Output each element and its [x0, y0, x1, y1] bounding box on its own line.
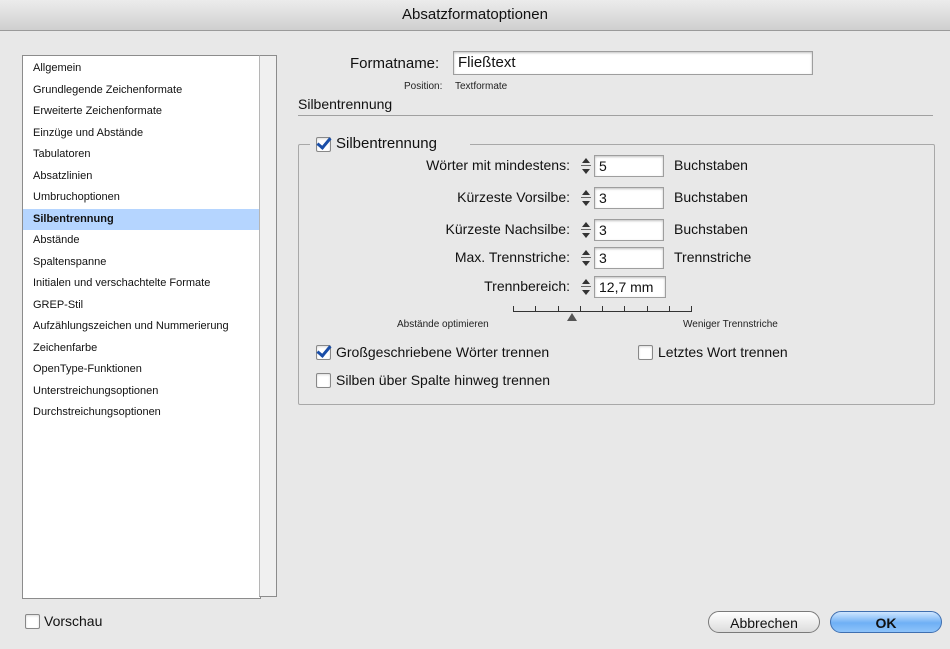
slider-right-label: Weniger Trennstriche	[683, 319, 778, 330]
section-divider	[298, 115, 933, 116]
hyphenation-group	[298, 144, 935, 405]
row-label: Trennbereich:	[484, 278, 570, 294]
sidebar-item[interactable]: Durchstreichungsoptionen	[23, 402, 260, 424]
preview-checkbox[interactable]	[25, 614, 40, 629]
section-title: Silbentrennung	[298, 96, 393, 112]
row-label: Kürzeste Vorsilbe:	[457, 189, 570, 205]
hyphenation-checkbox[interactable]	[316, 137, 331, 152]
stepper-arrows-icon[interactable]	[580, 187, 592, 209]
sidebar-item[interactable]: Grundlegende Zeichenformate	[23, 80, 260, 102]
slider-tick	[558, 306, 559, 312]
across-column-label: Silben über Spalte hinweg trennen	[336, 372, 551, 388]
slider-tick	[580, 306, 581, 312]
hyphenation-checkbox-label: Silbentrennung	[336, 135, 437, 152]
row-unit: Buchstaben	[674, 189, 748, 205]
sidebar-item[interactable]: Aufzählungszeichen und Nummerierung	[23, 316, 260, 338]
slider-tick	[624, 306, 625, 312]
capitalized-words-label: Großgeschriebene Wörter trennen	[336, 344, 550, 360]
preview-label: Vorschau	[44, 613, 103, 629]
sidebar-item[interactable]: Zeichenfarbe	[23, 338, 260, 360]
slider-tick	[691, 306, 692, 312]
row-label: Wörter mit mindestens:	[426, 157, 570, 173]
sidebar-item[interactable]: OpenType-Funktionen	[23, 359, 260, 381]
category-list-scrollbar[interactable]	[259, 55, 277, 597]
sidebar-item[interactable]: Silbentrennung	[23, 208, 260, 230]
formatname-input[interactable]: Fließtext	[453, 51, 813, 75]
across-column-checkbox[interactable]	[316, 373, 331, 388]
row-value-input[interactable]: 3	[594, 187, 664, 209]
row-value-input[interactable]: 3	[594, 247, 664, 269]
row-value-input[interactable]: 5	[594, 155, 664, 177]
row-unit: Trennstriche	[674, 249, 752, 265]
sidebar-item[interactable]: Umbruchoptionen	[23, 187, 260, 209]
sidebar-item[interactable]: Spaltenspanne	[23, 252, 260, 274]
row-label: Kürzeste Nachsilbe:	[445, 221, 570, 237]
position-label: Position:	[404, 81, 443, 92]
stepper-arrows-icon[interactable]	[580, 155, 592, 177]
row-unit: Buchstaben	[674, 157, 748, 173]
slider-tick	[535, 306, 536, 312]
sidebar-item[interactable]: GREP-Stil	[23, 295, 260, 317]
sidebar-item[interactable]: Erweiterte Zeichenformate	[23, 101, 260, 123]
row-unit: Buchstaben	[674, 221, 748, 237]
stepper-arrows-icon[interactable]	[580, 276, 592, 298]
sidebar-item[interactable]: Einzüge und Abstände	[23, 123, 260, 145]
slider-thumb[interactable]	[566, 313, 577, 321]
window-title: Absatzformatoptionen	[0, 0, 950, 31]
capitalized-words-checkbox[interactable]	[316, 345, 331, 360]
last-word-checkbox[interactable]	[638, 345, 653, 360]
sidebar-item[interactable]: Initialen und verschachtelte Formate	[23, 273, 260, 295]
last-word-label: Letztes Wort trennen	[658, 344, 788, 360]
stepper-arrows-icon[interactable]	[580, 247, 592, 269]
ok-button[interactable]: OK	[830, 611, 942, 633]
sidebar-item[interactable]: Allgemein	[23, 58, 260, 80]
position-value: Textformate	[455, 81, 508, 92]
row-value-input[interactable]: 12,7 mm	[594, 276, 666, 298]
sidebar-item[interactable]: Unterstreichungsoptionen	[23, 381, 260, 403]
cancel-button[interactable]: Abbrechen	[708, 611, 820, 633]
row-label: Max. Trennstriche:	[454, 249, 570, 265]
sidebar-item[interactable]: Tabulatoren	[23, 144, 260, 166]
slider-tick	[647, 306, 648, 312]
slider-tick	[669, 306, 670, 312]
sidebar-item[interactable]: Absatzlinien	[23, 166, 260, 188]
slider-tick	[602, 306, 603, 312]
slider-left-label: Abstände optimieren	[397, 319, 489, 330]
category-list[interactable]: Allgemein Grundlegende Zeichenformate Erwe…	[22, 55, 261, 599]
slider-tick	[513, 306, 514, 312]
formatname-label: Formatname:	[350, 55, 440, 72]
row-value-input[interactable]: 3	[594, 219, 664, 241]
sidebar-item[interactable]: Abstände	[23, 230, 260, 252]
stepper-arrows-icon[interactable]	[580, 219, 592, 241]
